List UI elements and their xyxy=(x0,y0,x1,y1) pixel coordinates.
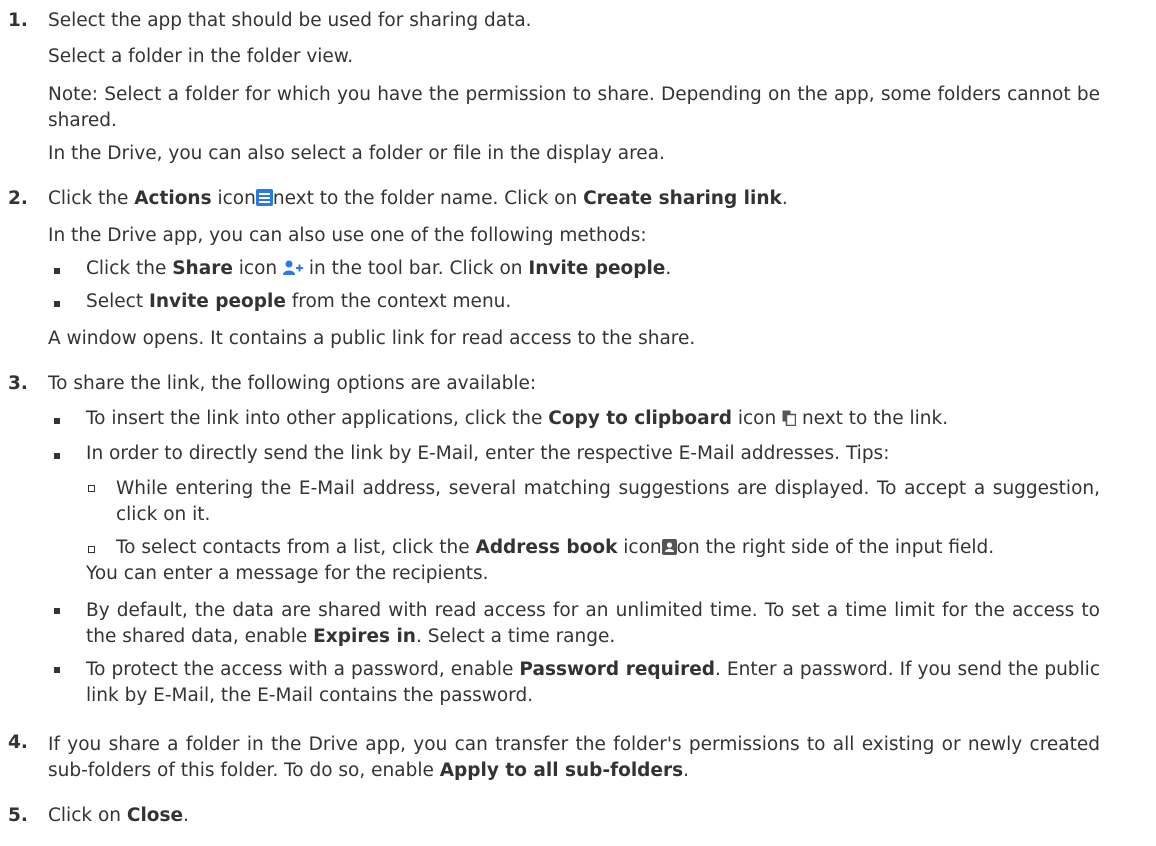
step-3-option-password: To protect the access with a password, e… xyxy=(86,659,1100,706)
bullet xyxy=(54,667,60,673)
step-2-text: Click the Actions icon next to the folder… xyxy=(48,188,788,209)
bullet xyxy=(54,301,60,307)
step-3-number: 3. xyxy=(8,373,28,394)
apply-sub-folders-label: Apply to all sub-folders xyxy=(439,760,684,781)
step-2-method-2: Select Invite people from the context me… xyxy=(86,291,512,312)
step-1-note: Note: Select a folder for which you have… xyxy=(48,84,1100,131)
actions-icon xyxy=(255,189,273,206)
step-2-window-opens: A window opens. It contains a public lin… xyxy=(48,328,696,349)
copy-to-clipboard-label: Copy to clipboard xyxy=(548,408,732,429)
step-5-number: 5. xyxy=(8,805,28,826)
step-3-tip-address-book: To select contacts from a list, click th… xyxy=(116,537,995,558)
bullet xyxy=(54,608,60,614)
share-icon xyxy=(283,260,303,275)
address-book-icon xyxy=(661,539,677,555)
document: 1. Select the app that should be used fo… xyxy=(0,0,1156,846)
step-2-drive-methods: In the Drive app, you can also use one o… xyxy=(48,225,647,246)
expires-in-label: Expires in xyxy=(313,626,416,647)
bullet xyxy=(54,453,60,459)
step-3-message-note: You can enter a message for the recipien… xyxy=(86,563,489,584)
sub-bullet xyxy=(88,485,95,492)
step-4-number: 4. xyxy=(8,732,28,753)
bullet xyxy=(54,268,60,274)
step-1-drive-note: In the Drive, you can also select a fold… xyxy=(48,143,665,164)
copy-icon xyxy=(782,410,797,426)
address-book-label: Address book xyxy=(475,537,618,558)
close-label: Close xyxy=(126,805,184,826)
step-1-text: Select the app that should be used for s… xyxy=(48,10,532,31)
step-2-number: 2. xyxy=(8,188,28,209)
password-required-label: Password required xyxy=(519,659,716,680)
step-3-option-copy: To insert the link into other applicatio… xyxy=(86,408,949,429)
step-2-method-1: Click the Share icon in the tool bar. Cl… xyxy=(86,258,672,279)
share-label: Share xyxy=(172,258,233,279)
invite-people-label: Invite people xyxy=(148,291,286,312)
step-1-select-folder: Select a folder in the folder view. xyxy=(48,46,354,67)
step-4-text: If you share a folder in the Drive app, … xyxy=(48,734,1100,781)
step-3-option-email: In order to directly send the link by E-… xyxy=(86,443,890,464)
create-sharing-link-label: Create sharing link xyxy=(583,188,782,209)
invite-people-label: Invite people xyxy=(528,258,666,279)
step-1-number: 1. xyxy=(8,10,28,31)
step-3-option-expires: By default, the data are shared with rea… xyxy=(86,600,1100,647)
actions-label: Actions xyxy=(134,188,212,209)
bullet xyxy=(54,418,60,424)
step-3-intro: To share the link, the following options… xyxy=(48,373,537,394)
step-3-tip-suggestions: While entering the E-Mail address, sever… xyxy=(116,478,1100,525)
sub-bullet xyxy=(88,546,95,553)
step-5-text: Click on Close. xyxy=(48,805,189,826)
